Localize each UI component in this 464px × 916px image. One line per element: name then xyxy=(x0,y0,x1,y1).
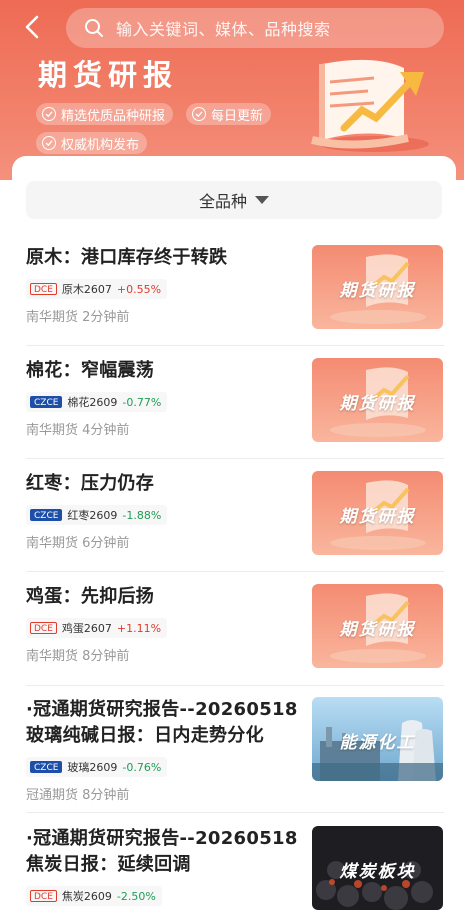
article-text: 鸡蛋：先抑后扬 DCE 鸡蛋2607 +1.11% 南华期货 8分钟前 xyxy=(26,584,301,664)
article-title: 鸡蛋：先抑后扬 xyxy=(26,586,155,607)
article-meta: 冠通期货 8分钟前 xyxy=(26,788,130,803)
thumbnail-caption: 期货研报 xyxy=(339,394,416,414)
price-change: -0.77% xyxy=(122,395,162,409)
check-circle-icon xyxy=(42,107,56,121)
article-title: 原木：港口库存终于转跌 xyxy=(26,247,228,268)
header-banner: 输入关键词、媒体、品种搜索 期货研报 精选优质品种研报 每日更新 权威机构发布 xyxy=(0,0,464,180)
search-bar[interactable]: 输入关键词、媒体、品种搜索 xyxy=(66,8,444,48)
exchange-badge: DCE xyxy=(30,890,57,902)
thumbnail-caption: 期货研报 xyxy=(339,620,416,640)
contract-code: 玻璃2609 xyxy=(67,761,118,774)
article-text: 原木：港口库存终于转跌 DCE 原木2607 +0.55% 南华期货 2分钟前 xyxy=(26,245,301,325)
exchange-badge: CZCE xyxy=(30,761,63,773)
feature-tag-authority: 权威机构发布 xyxy=(36,132,148,154)
thumbnail-caption: 期货研报 xyxy=(339,281,416,301)
article-text: 红枣：压力仍存 CZCE 红枣2609 -1.88% 南华期货 6分钟前 xyxy=(26,471,301,551)
contract-chip[interactable]: CZCE 红枣2609 -1.88% xyxy=(26,505,168,525)
variety-filter-dropdown[interactable]: 全品种 xyxy=(26,181,442,219)
variety-filter-label: 全品种 xyxy=(198,192,247,211)
article-thumbnail[interactable]: 期货研报 xyxy=(312,471,443,555)
article-item[interactable]: 红枣：压力仍存 CZCE 红枣2609 -1.88% 南华期货 6分钟前 期货研报 xyxy=(26,459,444,572)
article-meta: 南华期货 6分钟前 xyxy=(26,536,130,551)
contract-chip[interactable]: CZCE 棉花2609 -0.77% xyxy=(26,392,168,412)
article-title: 棉花：窄幅震荡 xyxy=(26,360,155,381)
article-text: 棉花：窄幅震荡 CZCE 棉花2609 -0.77% 南华期货 4分钟前 xyxy=(26,358,301,438)
article-title: ·冠通期货研究报告--20260518玻璃纯碱日报：日内走势分化 xyxy=(26,699,298,746)
article-item[interactable]: ·冠通期货研究报告--20260518焦炭日报：延续回调 DCE 焦炭2609 -2.… xyxy=(26,813,444,916)
article-text: ·冠通期货研究报告--20260518焦炭日报：延续回调 DCE 焦炭2609 -2.… xyxy=(26,826,301,916)
check-circle-icon xyxy=(42,136,56,150)
price-change: -2.50% xyxy=(116,889,156,903)
article-text: ·冠通期货研究报告--20260518玻璃纯碱日报：日内走势分化 CZCE 玻璃26… xyxy=(26,697,301,803)
exchange-badge: CZCE xyxy=(30,509,63,521)
contract-chip[interactable]: DCE 焦炭2609 -2.50% xyxy=(26,886,162,906)
contract-chip[interactable]: CZCE 玻璃2609 -0.76% xyxy=(26,757,168,777)
price-change: +0.55% xyxy=(116,282,162,296)
page-title: 期货研报 xyxy=(38,58,179,92)
price-change: +1.11% xyxy=(116,621,162,635)
contract-code: 红枣2609 xyxy=(67,509,118,522)
exchange-badge: DCE xyxy=(30,622,57,634)
price-change: -0.76% xyxy=(122,760,162,774)
feature-tag-daily: 每日更新 xyxy=(186,103,272,125)
article-thumbnail[interactable]: 期货研报 xyxy=(312,245,443,329)
contract-chip[interactable]: DCE 鸡蛋2607 +1.11% xyxy=(26,618,168,638)
article-thumbnail[interactable]: 能源化工 xyxy=(312,697,443,781)
exchange-badge: DCE xyxy=(30,283,57,295)
caret-down-icon xyxy=(255,196,269,204)
contract-code: 原木2607 xyxy=(61,283,112,296)
article-thumbnail[interactable]: 煤炭板块 xyxy=(312,826,443,910)
back-button[interactable] xyxy=(22,14,46,40)
article-item[interactable]: 原木：港口库存终于转跌 DCE 原木2607 +0.55% 南华期货 2分钟前 期货研报 xyxy=(26,233,444,346)
article-meta: 南华期货 8分钟前 xyxy=(26,649,130,664)
article-item[interactable]: 棉花：窄幅震荡 CZCE 棉花2609 -0.77% 南华期货 4分钟前 期货研报 xyxy=(26,346,444,459)
article-item[interactable]: ·冠通期货研究报告--20260518玻璃纯碱日报：日内走势分化 CZCE 玻璃26… xyxy=(26,686,444,813)
contract-code: 焦炭2609 xyxy=(61,890,112,903)
article-title: ·冠通期货研究报告--20260518焦炭日报：延续回调 xyxy=(26,828,298,875)
search-icon xyxy=(85,19,103,37)
article-item[interactable]: 鸡蛋：先抑后扬 DCE 鸡蛋2607 +1.11% 南华期货 8分钟前 期货研报 xyxy=(26,572,444,686)
contract-code: 鸡蛋2607 xyxy=(61,622,112,635)
report-illustration-icon xyxy=(311,59,429,152)
feature-tag-label: 精选优质品种研报 xyxy=(61,108,166,124)
article-thumbnail[interactable]: 期货研报 xyxy=(312,584,443,668)
contract-chip[interactable]: DCE 原木2607 +0.55% xyxy=(26,279,168,299)
feature-tag-label: 每日更新 xyxy=(211,108,264,124)
search-placeholder: 输入关键词、媒体、品种搜索 xyxy=(116,20,331,39)
thumbnail-caption: 能源化工 xyxy=(339,733,416,753)
thumbnail-caption: 期货研报 xyxy=(339,507,416,527)
chevron-left-icon xyxy=(25,15,39,39)
check-circle-icon xyxy=(192,107,206,121)
feature-tag-label: 权威机构发布 xyxy=(61,137,140,153)
article-title: 红枣：压力仍存 xyxy=(26,473,155,494)
article-meta: 南华期货 4分钟前 xyxy=(26,423,130,438)
thumbnail-caption: 煤炭板块 xyxy=(339,862,416,882)
exchange-badge: CZCE xyxy=(30,396,63,408)
feature-tag-curated: 精选优质品种研报 xyxy=(36,103,174,125)
article-meta: 南华期货 2分钟前 xyxy=(26,310,130,325)
article-thumbnail[interactable]: 期货研报 xyxy=(312,358,443,442)
price-change: -1.88% xyxy=(122,508,162,522)
contract-code: 棉花2609 xyxy=(67,396,118,409)
